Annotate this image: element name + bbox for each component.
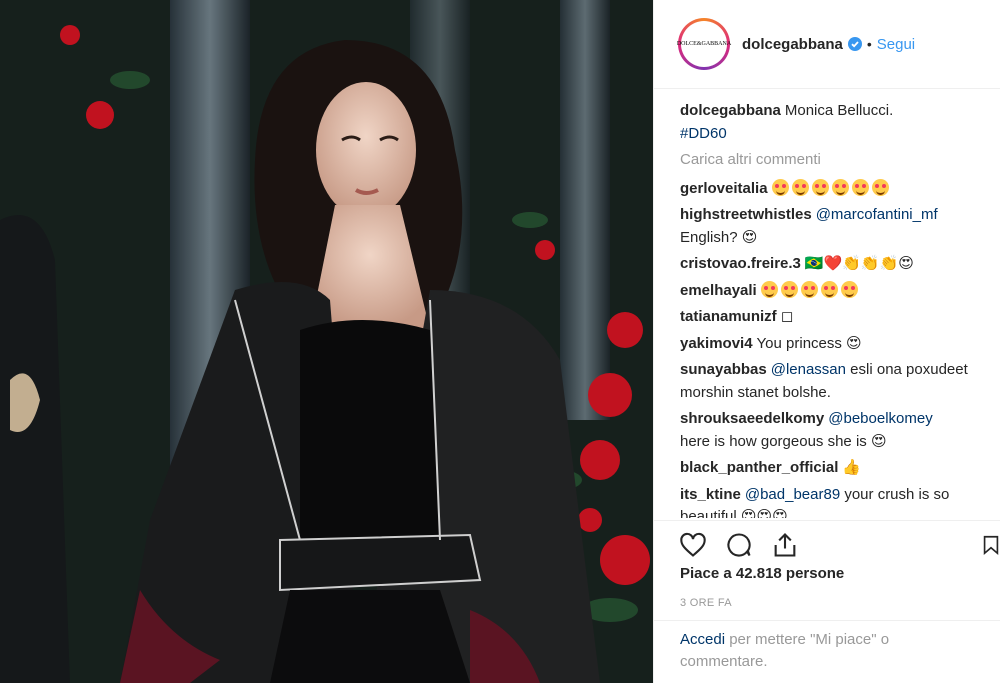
share-icon[interactable] [770, 531, 800, 559]
comment-mention[interactable]: @marcofantini_mf [816, 206, 938, 223]
caption: dolcegabbana Monica Bellucci. #DD60 [680, 100, 990, 145]
comment-text: You princess 😍 [756, 334, 862, 352]
comment-item: black_panther_official 👍 [680, 457, 990, 480]
comment-item: emelhayali [680, 280, 990, 303]
comment-mention[interactable]: @beboelkomey [828, 410, 932, 427]
separator-dot: • [866, 36, 872, 52]
comment-username[interactable]: sunayabbas [680, 361, 767, 378]
caption-hashtag[interactable]: #DD60 [680, 125, 727, 142]
comment-icon[interactable] [724, 531, 754, 559]
comment-username[interactable]: yakimovi4 [680, 335, 753, 352]
instagram-post: DOLCE&GABBANA dolcegabbana • Segui dolce… [0, 0, 1000, 683]
post-timestamp[interactable]: 3 ORE FA [680, 597, 732, 609]
avatar-logo: DOLCE&GABBANA [677, 21, 731, 67]
heart-icon[interactable] [678, 531, 708, 559]
comment-username[interactable]: tatianamunizf [680, 308, 777, 325]
login-prompt: Accedi per mettere "Mi piace" o commenta… [654, 620, 1000, 684]
comment-text: here is how gorgeous she is 😍 [680, 432, 887, 450]
username-link[interactable]: dolcegabbana [742, 36, 843, 53]
comment-emoji-row [771, 178, 892, 197]
comment-item: gerloveitalia [680, 178, 990, 201]
post-photo[interactable] [0, 0, 653, 683]
verified-badge-icon [847, 37, 862, 51]
comment-username[interactable]: its_ktine [680, 486, 741, 503]
post-header: DOLCE&GABBANA dolcegabbana • Segui [654, 0, 1000, 89]
comment-text: 👍 [842, 459, 862, 476]
post-sidebar: DOLCE&GABBANA dolcegabbana • Segui dolce… [653, 0, 1000, 683]
comment-item: cristovao.freire.3 🇧🇷❤️👏👏👏😍 [680, 253, 990, 276]
comments-list: dolcegabbana Monica Bellucci. #DD60 Caric… [680, 100, 990, 518]
load-more-comments[interactable]: Carica altri commenti [680, 149, 990, 172]
comment-text: English? 😍 [680, 228, 758, 246]
comment-item: yakimovi4 You princess 😍 [680, 333, 990, 356]
comment-username[interactable]: gerloveitalia [680, 180, 768, 197]
caption-text: Monica Bellucci. [784, 102, 894, 119]
comment-mention[interactable]: @lenassan [771, 361, 846, 378]
follow-button[interactable]: Segui [877, 36, 915, 53]
comment-item: tatianamunizf ◻ [680, 306, 990, 329]
comment-mention[interactable]: @bad_bear89 [745, 486, 840, 503]
action-bar [654, 520, 1000, 569]
comment-item: highstreetwhistles @marcofantini_mf Engli… [680, 204, 990, 249]
comment-item: shrouksaeedelkomy @beboelkomey here is ho… [680, 408, 990, 453]
comment-emoji-row [760, 280, 861, 299]
comment-username[interactable]: highstreetwhistles [680, 206, 812, 223]
comment-username[interactable]: emelhayali [680, 282, 757, 299]
login-link[interactable]: Accedi [680, 631, 725, 648]
avatar[interactable]: DOLCE&GABBANA [677, 18, 731, 70]
photo-illustration [0, 0, 653, 683]
comment-item: its_ktine @bad_bear89 your crush is so be… [680, 484, 990, 519]
likes-count[interactable]: Piace a 42.818 persone [680, 565, 844, 582]
comment-username[interactable]: cristovao.freire.3 [680, 255, 801, 272]
comment-text: ◻ [780, 308, 794, 325]
comment-username[interactable]: shrouksaeedelkomy [680, 410, 824, 427]
comment-text: 🇧🇷❤️👏👏👏😍 [804, 255, 914, 272]
caption-username[interactable]: dolcegabbana [680, 102, 781, 119]
comment-item: sunayabbas @lenassan esli ona poxudeet mo… [680, 359, 990, 404]
bookmark-icon[interactable] [980, 531, 1000, 559]
comment-username[interactable]: black_panther_official [680, 459, 838, 476]
